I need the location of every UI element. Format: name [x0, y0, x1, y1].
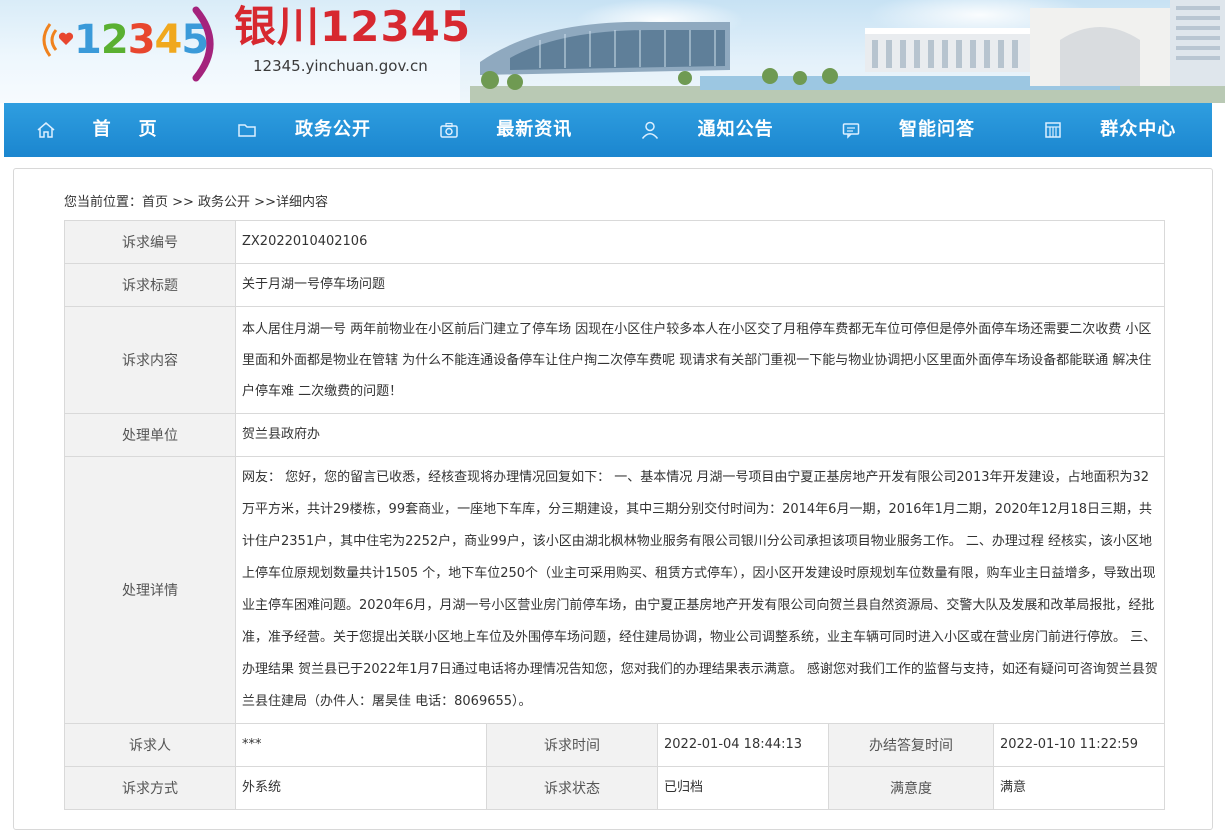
reply-time-value: 2022-01-10 11:22:59: [992, 723, 1166, 767]
signal-waves-icon: [42, 23, 58, 57]
request-method-label: 诉求方式: [64, 766, 236, 810]
nav-label: 智能问答: [898, 119, 975, 140]
table-row: 处理单位 贺兰县政府办: [64, 413, 1166, 457]
folder-icon: [238, 124, 257, 137]
request-content-value: 本人居住月湖一号 两年前物业在小区前后门建立了停车场 因现在小区住户较多本人在小…: [234, 306, 1166, 414]
nav-item-government-affairs[interactable]: 政务公开: [205, 103, 406, 157]
nav-item-smart-qa[interactable]: 智能问答: [809, 103, 1010, 157]
request-method-value: 外系统: [235, 766, 487, 810]
site-logo[interactable]: 12345: [36, 6, 216, 82]
site-title: 银川12345: [234, 2, 472, 51]
satisfaction-label: 满意度: [828, 766, 994, 810]
reply-time-label: 办结答复时间: [828, 723, 994, 767]
request-id-value: ZX2022010402106: [234, 220, 1166, 264]
table-row: 诉求人 *** 诉求时间 2022-01-04 18:44:13 办结答复时间 …: [64, 723, 1166, 767]
table-row: 诉求内容 本人居住月湖一号 两年前物业在小区前后门建立了停车场 因现在小区住户较…: [64, 306, 1166, 414]
nav-label: 通知公告: [697, 119, 774, 140]
request-time-label: 诉求时间: [486, 723, 658, 767]
user-icon: [641, 121, 659, 139]
table-row: 诉求方式 外系统 诉求状态 已归档 满意度 满意: [64, 766, 1166, 810]
logo-bracket-icon: [192, 6, 214, 82]
main-nav: 首页 政务公开 最新资讯 通知公告 智能问答 群众中心: [4, 103, 1212, 157]
request-time-value: 2022-01-04 18:44:13: [657, 723, 829, 767]
breadcrumb: 您当前位置：首页 >> 政务公开 >>详细内容: [64, 195, 328, 210]
request-content-label: 诉求内容: [64, 306, 236, 414]
building-icon: [1044, 122, 1061, 138]
nav-label: 群众中心: [1100, 119, 1177, 140]
nav-label: 政务公开: [294, 119, 371, 140]
nav-item-notices[interactable]: 通知公告: [608, 103, 809, 157]
handling-details-value: 网友： 您好，您的留言已收悉，经核查现将办理情况回复如下： 一、基本情况 月湖一…: [234, 456, 1166, 724]
table-row: 处理详情 网友： 您好，您的留言已收悉，经核查现将办理情况回复如下： 一、基本情…: [64, 456, 1166, 724]
handling-unit-label: 处理单位: [64, 413, 236, 457]
home-icon: [37, 122, 55, 138]
satisfaction-value: 满意: [992, 766, 1166, 810]
logo-number: 12345: [74, 17, 209, 63]
table-row: 诉求标题 关于月湖一号停车场问题: [64, 263, 1166, 307]
nav-label: 首页: [92, 119, 185, 140]
site-url: 12345.yinchuan.gov.cn: [253, 57, 428, 75]
request-id-label: 诉求编号: [64, 220, 236, 264]
nav-item-home[interactable]: 首页: [4, 103, 205, 157]
heart-icon: [58, 32, 74, 45]
camera-icon: [439, 122, 458, 138]
handling-details-label: 处理详情: [64, 456, 236, 724]
table-row: 诉求编号 ZX2022010402106: [64, 220, 1166, 264]
request-title-value: 关于月湖一号停车场问题: [234, 263, 1166, 307]
request-status-label: 诉求状态: [486, 766, 658, 810]
nav-item-latest-news[interactable]: 最新资讯: [407, 103, 608, 157]
detail-table: 诉求编号 ZX2022010402106 诉求标题 关于月湖一号停车场问题 诉求…: [64, 220, 1166, 810]
requester-value: ***: [235, 723, 487, 767]
header-banner: 12345 银川12345 12345.yinchuan.gov.cn: [0, 0, 1225, 103]
chat-icon: [843, 123, 860, 139]
nav-item-public-center[interactable]: 群众中心: [1011, 103, 1212, 157]
handling-unit-value: 贺兰县政府办: [234, 413, 1166, 457]
nav-label: 最新资讯: [496, 119, 573, 140]
requester-label: 诉求人: [64, 723, 236, 767]
request-status-value: 已归档: [657, 766, 829, 810]
request-title-label: 诉求标题: [64, 263, 236, 307]
banner-buildings-image: [470, 0, 1225, 103]
